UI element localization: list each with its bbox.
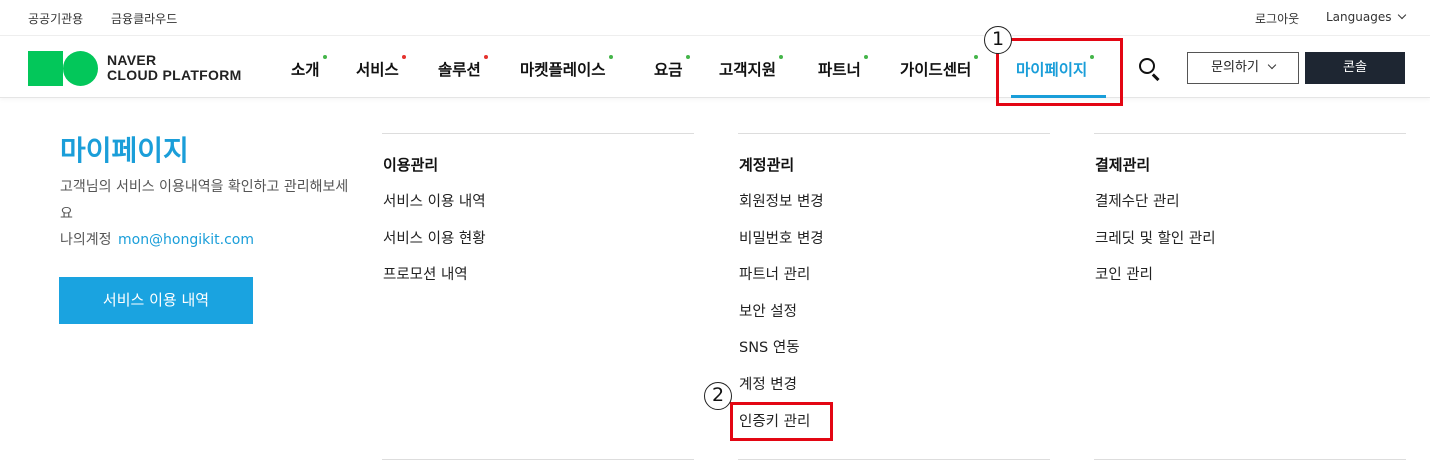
column-list: 서비스 이용 내역 서비스 이용 현황 프로모션 내역 bbox=[383, 190, 486, 300]
account-email: mon@hongikit.com bbox=[117, 232, 254, 248]
step-marker-2: 2 bbox=[704, 382, 732, 410]
languages-label: Languages bbox=[1326, 10, 1392, 24]
nav-item-partners[interactable]: 파트너 bbox=[818, 55, 868, 80]
menu-item-security-settings[interactable]: 보안 설정 bbox=[739, 300, 824, 337]
highlight-box-mypage bbox=[996, 38, 1123, 106]
logo-circle-mark bbox=[63, 50, 98, 86]
nav-item-solutions[interactable]: 솔루션 bbox=[438, 55, 488, 80]
mypage-title: 마이페이지 bbox=[60, 134, 189, 167]
logout-link[interactable]: 로그아웃 bbox=[1255, 10, 1299, 27]
account-label: 나의계정 bbox=[60, 232, 112, 248]
public-sector-link[interactable]: 공공기관용 bbox=[28, 10, 83, 27]
nav-dot bbox=[401, 55, 406, 59]
finance-cloud-link[interactable]: 금융클라우드 bbox=[111, 10, 177, 27]
nav-item-support[interactable]: 고객지원 bbox=[719, 55, 784, 80]
menu-item-member-info[interactable]: 회원정보 변경 bbox=[739, 190, 824, 227]
account-info: 나의계정 mon@hongikit.com bbox=[60, 227, 254, 254]
nav-dot bbox=[322, 55, 327, 59]
highlight-box-api-key bbox=[730, 402, 833, 441]
menu-item-credit-discount[interactable]: 크레딧 및 할인 관리 bbox=[1095, 227, 1216, 264]
nav-dot bbox=[863, 55, 868, 59]
menu-column-usage: 이용관리 서비스 이용 내역 서비스 이용 현황 프로모션 내역 bbox=[382, 133, 694, 283]
nav-dot bbox=[608, 55, 613, 59]
menu-column-account: 계정관리 회원정보 변경 비밀번호 변경 파트너 관리 보안 설정 SNS 연동… bbox=[738, 133, 1050, 430]
nav-dot bbox=[974, 55, 979, 59]
nav-item-pricing[interactable]: 요금 bbox=[654, 55, 690, 80]
column-list: 결제수단 관리 크레딧 및 할인 관리 코인 관리 bbox=[1095, 190, 1216, 300]
console-button[interactable]: 콘솔 bbox=[1305, 52, 1405, 84]
menu-item-payment-methods[interactable]: 결제수단 관리 bbox=[1095, 190, 1216, 227]
column-title: 결제관리 bbox=[1095, 156, 1151, 174]
logo-square-mark bbox=[28, 50, 63, 86]
service-usage-button[interactable]: 서비스 이용 내역 bbox=[59, 277, 253, 324]
column-divider bbox=[1094, 459, 1406, 460]
menu-item-service-usage-status[interactable]: 서비스 이용 현황 bbox=[383, 227, 486, 264]
menu-item-service-usage-history[interactable]: 서비스 이용 내역 bbox=[383, 190, 486, 227]
search-icon[interactable] bbox=[1137, 56, 1161, 81]
logo-text: NAVER CLOUD PLATFORM bbox=[107, 52, 242, 83]
ncp-logo[interactable]: NAVER CLOUD PLATFORM bbox=[28, 50, 242, 86]
menu-item-promotion-history[interactable]: 프로모션 내역 bbox=[383, 263, 486, 300]
nav-item-guide-center[interactable]: 가이드센터 bbox=[900, 55, 979, 80]
chevron-down-icon bbox=[1267, 60, 1277, 70]
nav-item-intro[interactable]: 소개 bbox=[291, 55, 327, 80]
column-divider bbox=[382, 459, 694, 460]
step-marker-1: 1 bbox=[984, 26, 1012, 54]
column-title: 계정관리 bbox=[739, 156, 795, 174]
chevron-down-icon bbox=[1398, 10, 1407, 20]
menu-column-billing: 결제관리 결제수단 관리 크레딧 및 할인 관리 코인 관리 bbox=[1094, 133, 1406, 283]
menu-item-change-password[interactable]: 비밀번호 변경 bbox=[739, 227, 824, 264]
menu-item-partner-management[interactable]: 파트너 관리 bbox=[739, 263, 824, 300]
nav-item-services[interactable]: 서비스 bbox=[356, 55, 406, 80]
nav-dot bbox=[779, 55, 784, 59]
nav-dot bbox=[685, 55, 690, 59]
main-header: NAVER CLOUD PLATFORM 소개 서비스 솔루션 마켓플레이스 요… bbox=[0, 36, 1430, 98]
menu-item-sns-link[interactable]: SNS 연동 bbox=[739, 336, 824, 373]
nav-item-marketplace[interactable]: 마켓플레이스 bbox=[520, 55, 613, 80]
menu-item-coin-management[interactable]: 코인 관리 bbox=[1095, 263, 1216, 300]
nav-dot bbox=[483, 55, 488, 59]
mypage-description: 고객님의 서비스 이용내역을 확인하고 관리해보세요 bbox=[60, 179, 349, 222]
languages-dropdown[interactable]: Languages bbox=[1326, 10, 1407, 24]
inquiry-dropdown-button[interactable]: 문의하기 bbox=[1187, 52, 1299, 84]
top-utility-bar: 공공기관용 금융클라우드 로그아웃 Languages bbox=[0, 0, 1430, 36]
column-title: 이용관리 bbox=[383, 156, 439, 174]
column-divider bbox=[738, 459, 1050, 460]
